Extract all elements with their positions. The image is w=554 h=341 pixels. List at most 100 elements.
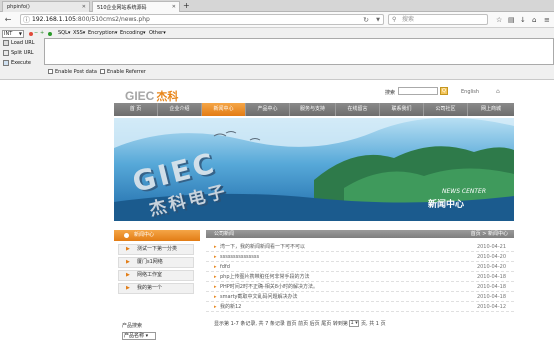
menu-sql[interactable]: SQL▾ <box>58 29 70 38</box>
minus-icon[interactable]: − <box>34 29 38 38</box>
menu-xss[interactable]: XSS▾ <box>73 29 85 38</box>
back-arrow-icon[interactable]: ← <box>3 15 13 25</box>
bookmark-star-icon[interactable]: ☆ <box>496 15 502 25</box>
new-tab-button[interactable]: + <box>183 1 190 10</box>
execute-button[interactable]: Execute <box>3 59 31 67</box>
bullet-icon <box>124 233 129 238</box>
bullet-icon: ▸ <box>214 264 217 270</box>
nav-home[interactable]: 首 页 <box>114 103 158 116</box>
news-row[interactable]: ▸ 湾一下，我的新闻新闻看一下可不可以 2010-04-21 <box>206 242 514 252</box>
menu-icon[interactable]: ≡ <box>544 15 550 25</box>
arrow-right-icon: ▶ <box>126 246 130 252</box>
split-url-button[interactable]: Split URL <box>3 49 34 57</box>
news-list-header: 公司新闻 首页 > 新闻中心 <box>206 230 514 238</box>
sidebar-item-category-3[interactable]: ▶ 网络工作室 <box>118 270 194 281</box>
nav-community[interactable]: 公司社区 <box>424 103 468 116</box>
hackbar-panel: INT ▼ − + SQL▾ XSS▾ Encryption▾ Encoding… <box>0 28 554 80</box>
chevron-down-icon[interactable]: ▼ <box>376 15 380 25</box>
checkbox-box[interactable] <box>48 69 53 74</box>
tab-label: 510企业网站系统源码 <box>97 5 147 11</box>
bullet-icon: ▸ <box>214 294 217 300</box>
product-search-label: 产品搜索 <box>122 323 143 329</box>
page-select[interactable]: 1 ▾ <box>349 320 360 327</box>
reload-icon[interactable]: ↻ <box>363 15 369 25</box>
sidebar-item-category-1[interactable]: ▶ 测试一下第一分类 <box>118 244 194 255</box>
green-dot-icon <box>48 32 52 36</box>
pagination-tail: 页, 共 1 页 <box>361 321 386 327</box>
news-banner: GIEC 杰科电子 NEWS CENTER 新闻中心 <box>114 118 514 221</box>
news-row[interactable]: ▸ 我的新12 2010-04-12 <box>206 302 514 312</box>
breadcrumb[interactable]: 首页 > 新闻中心 <box>471 230 508 238</box>
nav-guestbook[interactable]: 在线留言 <box>336 103 380 116</box>
news-list-panel: 公司新闻 首页 > 新闻中心 ▸ 湾一下，我的新闻新闻看一下可不可以 2010-… <box>206 230 514 341</box>
browser-tab-site[interactable]: 510企业网站系统源码 ✕ <box>92 1 180 12</box>
plus-icon[interactable]: + <box>40 29 44 38</box>
url-bar[interactable]: ⓘ 192.168.1.105:800/510cms2/news.php ↻ ▼ <box>20 14 384 25</box>
pagination: 显示第 1-7 条记录, 共 7 条记录 首页 前页 后页 尾页 转到第 1 ▾… <box>214 320 386 328</box>
info-icon[interactable]: ⓘ <box>23 15 30 25</box>
site-logo[interactable]: GIEC 杰科 <box>125 88 178 104</box>
bullet-icon: ▸ <box>214 284 217 290</box>
news-row[interactable]: ▸ php上传图片携带脏任何非常手段的方法 2010-04-18 <box>206 272 514 282</box>
english-link[interactable]: English <box>461 89 479 95</box>
hackbar-url-textarea[interactable] <box>44 38 554 65</box>
website-viewport: GIEC 杰科 搜索 Q English ⌂ 首 页 企业介绍 新闻中心 产品中心… <box>0 80 554 341</box>
select-value: INT <box>4 31 13 37</box>
hackbar-type-select[interactable]: INT ▼ <box>2 30 24 38</box>
tab-label: phpinfo() <box>7 4 30 10</box>
site-search-input[interactable] <box>398 87 438 95</box>
browser-tab-bar: phpinfo() ✕ 510企业网站系统源码 ✕ + <box>0 0 554 12</box>
browser-search-input[interactable]: ⚲ 搜索 <box>388 14 488 25</box>
site-main-nav: 首 页 企业介绍 新闻中心 产品中心 服务与支持 在线留言 联系我们 公司社区 … <box>114 103 514 116</box>
chevron-down-icon: ▼ <box>18 31 22 36</box>
arrow-right-icon: ▶ <box>126 285 130 291</box>
sidebar-header: 新闻中心 <box>114 230 200 241</box>
download-icon[interactable]: ↓ <box>520 15 526 25</box>
news-row[interactable]: ▸ fdfd 2010-04-20 <box>206 262 514 272</box>
menu-other[interactable]: Other▾ <box>149 29 166 38</box>
site-home-icon[interactable]: ⌂ <box>496 88 500 95</box>
site-search-label: 搜索 <box>385 90 396 96</box>
close-icon[interactable]: ✕ <box>82 4 86 10</box>
close-icon[interactable]: ✕ <box>172 4 176 10</box>
load-url-icon <box>3 39 9 46</box>
enable-post-data-checkbox[interactable]: Enable Post data <box>48 69 97 76</box>
browser-nav-bar: ← ⓘ 192.168.1.105:800/510cms2/news.php ↻… <box>0 12 554 28</box>
news-sidebar: 新闻中心 ▶ 测试一下第一分类 ▶ 厦门s1网络 ▶ 网络工作室 ▶ 我的第一个 产品搜… <box>114 230 200 341</box>
search-placeholder: 搜索 <box>402 16 415 23</box>
banner-title-en: NEWS CENTER <box>442 188 487 195</box>
nav-contact[interactable]: 联系我们 <box>380 103 424 116</box>
bullet-icon: ▸ <box>214 244 217 250</box>
nav-about[interactable]: 企业介绍 <box>158 103 202 116</box>
nav-service[interactable]: 服务与支持 <box>290 103 336 116</box>
arrow-right-icon: ▶ <box>126 259 130 265</box>
menu-encryption[interactable]: Encryption▾ <box>88 29 117 38</box>
url-text: 192.168.1.105:800/510cms2/news.php <box>32 16 150 23</box>
split-url-icon <box>3 49 9 56</box>
browser-tab-phpinfo[interactable]: phpinfo() ✕ <box>2 1 90 12</box>
red-dot-icon <box>29 32 33 36</box>
enable-referrer-checkbox[interactable]: Enable Referrer <box>100 69 146 76</box>
banner-title-cn: 新闻中心 <box>428 200 465 210</box>
nav-shop[interactable]: 网上商城 <box>468 103 514 116</box>
execute-icon <box>3 59 9 66</box>
bullet-icon: ▸ <box>214 254 217 260</box>
sidebar-item-category-4[interactable]: ▶ 我的第一个 <box>118 283 194 294</box>
load-url-button[interactable]: Load URL <box>3 39 35 47</box>
home-icon[interactable]: ⌂ <box>532 15 536 25</box>
news-row[interactable]: ▸ sssssssssssssss 2010-04-20 <box>206 252 514 262</box>
pagination-text[interactable]: 显示第 1-7 条记录, 共 7 条记录 首页 前页 后页 尾页 转到第 <box>214 321 348 327</box>
nav-news[interactable]: 新闻中心 <box>202 103 246 116</box>
reading-list-icon[interactable]: ▤ <box>508 15 515 25</box>
site-search-button[interactable]: Q <box>440 87 448 95</box>
bullet-icon: ▸ <box>214 274 217 280</box>
menu-encoding[interactable]: Encoding▾ <box>120 29 146 38</box>
nav-products[interactable]: 产品中心 <box>246 103 290 116</box>
search-icon: ⚲ <box>392 16 397 23</box>
product-search-select[interactable]: 产品名称 ▾ <box>122 332 156 340</box>
arrow-right-icon: ▶ <box>126 272 130 278</box>
news-row[interactable]: ▸ PHP时间2时不正确-相关8小时的解决方法。 2010-04-18 <box>206 282 514 292</box>
sidebar-item-category-2[interactable]: ▶ 厦门s1网络 <box>118 257 194 268</box>
checkbox-box[interactable] <box>100 69 105 74</box>
news-row[interactable]: ▸ smarty截取中文乱码问题解决办法 2010-04-18 <box>206 292 514 302</box>
